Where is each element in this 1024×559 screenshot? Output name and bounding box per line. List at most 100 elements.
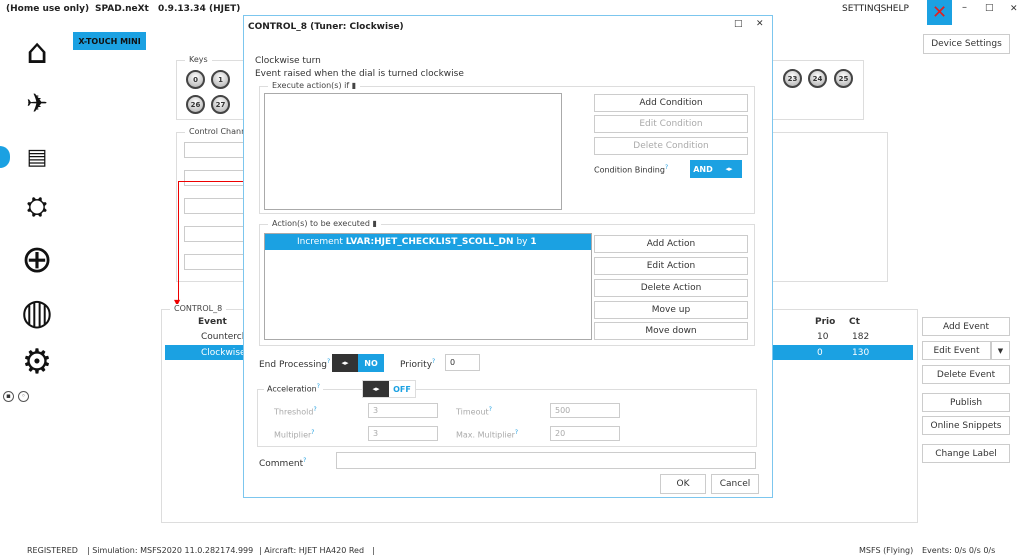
key-26[interactable]: 26: [186, 95, 205, 114]
cockpit-icon[interactable]: ⛭: [15, 185, 59, 229]
events-rate: Events: 0/s 0/s 0/s: [922, 546, 996, 555]
end-processing-value: NO: [358, 354, 384, 372]
key-25[interactable]: 25: [834, 69, 853, 88]
minimize-button[interactable]: –: [962, 2, 967, 13]
column-event: Event: [198, 317, 227, 327]
separator: |: [372, 546, 375, 555]
column-prio: Prio: [815, 317, 836, 327]
event-description: Event raised when the dial is turned clo…: [255, 69, 464, 79]
end-processing-toggle[interactable]: ◂▸ NO: [332, 354, 384, 372]
delete-event-button[interactable]: Delete Event: [922, 365, 1010, 384]
active-indicator: [0, 146, 10, 168]
dialog-title: CONTROL_8 (Tuner: Clockwise): [248, 22, 404, 32]
max-multiplier-input[interactable]: 20: [550, 426, 620, 441]
event-name: Clockwise: [201, 348, 246, 358]
conditions-label: Execute action(s) if: [272, 81, 350, 90]
action-verb: Increment: [297, 237, 343, 247]
delete-condition-button[interactable]: Delete Condition: [594, 137, 748, 155]
registered-status: REGISTERED: [27, 546, 78, 555]
key-27[interactable]: 27: [211, 95, 230, 114]
comment-input[interactable]: [336, 452, 756, 469]
dialog-close-button[interactable]: ✕: [756, 19, 764, 29]
event-prio: 10: [817, 332, 829, 342]
help-link[interactable]: HELP: [886, 4, 909, 14]
add-event-button[interactable]: Add Event: [922, 317, 1010, 336]
event-heading: Clockwise turn: [255, 56, 321, 66]
app-version: 0.9.13.34 (HJET): [158, 4, 241, 14]
online-snippets-button[interactable]: Online Snippets: [922, 416, 1010, 435]
device-settings-button[interactable]: Device Settings: [923, 34, 1010, 54]
plane-disconnect-icon[interactable]: ✕: [927, 0, 952, 25]
settings-gears-icon[interactable]: ⚙: [15, 340, 59, 384]
devices-icon[interactable]: ▤: [15, 135, 59, 179]
dialog-maximize-button[interactable]: □: [734, 19, 743, 29]
action-value: 1: [530, 237, 537, 247]
event-prio: 0: [817, 348, 823, 358]
edit-condition-button[interactable]: Edit Condition: [594, 115, 748, 133]
max-multiplier-label: Max. Multiplier: [456, 430, 515, 440]
action-target: LVAR:HJET_CHECKLIST_SCOLL_DN: [345, 237, 514, 247]
priority-input[interactable]: 0: [445, 354, 480, 371]
save-icon[interactable]: ▪: [3, 391, 14, 402]
edit-action-button[interactable]: Edit Action: [594, 257, 748, 275]
app-name: SPAD.neXt: [95, 4, 149, 14]
flight-list-icon[interactable]: ✈: [15, 82, 59, 126]
multiplier-input[interactable]: 3: [368, 426, 438, 441]
add-icon[interactable]: ⊕: [15, 237, 59, 281]
event-name: Countercl: [201, 332, 245, 342]
keys-label: Keys: [185, 55, 212, 64]
event-dialog: CONTROL_8 (Tuner: Clockwise) □ ✕ Clockwi…: [243, 15, 773, 498]
key-0[interactable]: 0: [186, 70, 205, 89]
move-down-button[interactable]: Move down: [594, 322, 748, 340]
add-condition-button[interactable]: Add Condition: [594, 94, 748, 112]
action-by: by: [516, 237, 528, 247]
script-icon: ▮: [351, 81, 357, 90]
simulation-status: | Simulation: MSFS2020 11.0.282174.999: [87, 546, 254, 555]
device-tab[interactable]: X-TOUCH MINI: [73, 32, 146, 50]
condition-binding-toggle[interactable]: AND ◂▸: [690, 160, 742, 178]
edit-event-dropdown-icon[interactable]: ▼: [991, 341, 1010, 360]
actions-list[interactable]: Increment LVAR:HJET_CHECKLIST_SCOLL_DN b…: [264, 233, 592, 340]
multiplier-label: Multiplier: [274, 430, 312, 440]
acceleration-label: Acceleration: [267, 384, 317, 394]
conditions-list[interactable]: [264, 93, 562, 210]
key-24[interactable]: 24: [808, 69, 827, 88]
ok-button[interactable]: OK: [660, 474, 706, 494]
condition-binding-label: Condition Binding: [594, 165, 665, 175]
delete-action-button[interactable]: Delete Action: [594, 279, 748, 297]
toggle-arrows-icon: ◂▸: [332, 354, 358, 372]
timeout-input[interactable]: 500: [550, 403, 620, 418]
key-23[interactable]: 23: [783, 69, 802, 88]
move-up-button[interactable]: Move up: [594, 301, 748, 319]
control-label: CONTROL_8: [170, 304, 227, 313]
home-icon[interactable]: ⌂: [15, 30, 59, 74]
acceleration-toggle[interactable]: ◂▸ OFF: [362, 380, 416, 398]
toggle-arrows-icon: ◂▸: [716, 160, 742, 178]
column-ct: Ct: [849, 317, 860, 327]
publish-button[interactable]: Publish: [922, 393, 1010, 412]
globe-icon[interactable]: ◍: [15, 290, 59, 334]
aircraft-status: | Aircraft: HJET HA420 Red: [259, 546, 365, 555]
priority-label: Priority: [400, 360, 433, 370]
comment-label: Comment: [259, 459, 304, 469]
add-action-button[interactable]: Add Action: [594, 235, 748, 253]
maximize-button[interactable]: □: [985, 3, 994, 13]
script-icon: ▮: [372, 219, 377, 228]
action-item[interactable]: Increment LVAR:HJET_CHECKLIST_SCOLL_DN b…: [265, 234, 591, 250]
cancel-button[interactable]: Cancel: [711, 474, 759, 494]
change-label-button[interactable]: Change Label: [922, 444, 1010, 463]
sim-state: MSFS (Flying): [859, 546, 914, 555]
event-ct: 130: [852, 348, 870, 358]
profile-icon[interactable]: ◦: [18, 391, 29, 402]
actions-label: Action(s) to be executed: [272, 219, 370, 228]
acceleration-value: OFF: [389, 381, 415, 397]
threshold-input[interactable]: 3: [368, 403, 438, 418]
edition-label: (Home use only): [6, 4, 90, 14]
edit-event-button[interactable]: Edit Event: [922, 341, 991, 360]
key-1[interactable]: 1: [211, 70, 230, 89]
close-button[interactable]: ✕: [1010, 4, 1018, 14]
timeout-label: Timeout: [456, 407, 489, 417]
separator: |: [878, 4, 882, 14]
threshold-label: Threshold: [274, 407, 314, 417]
event-ct: 182: [852, 332, 870, 342]
